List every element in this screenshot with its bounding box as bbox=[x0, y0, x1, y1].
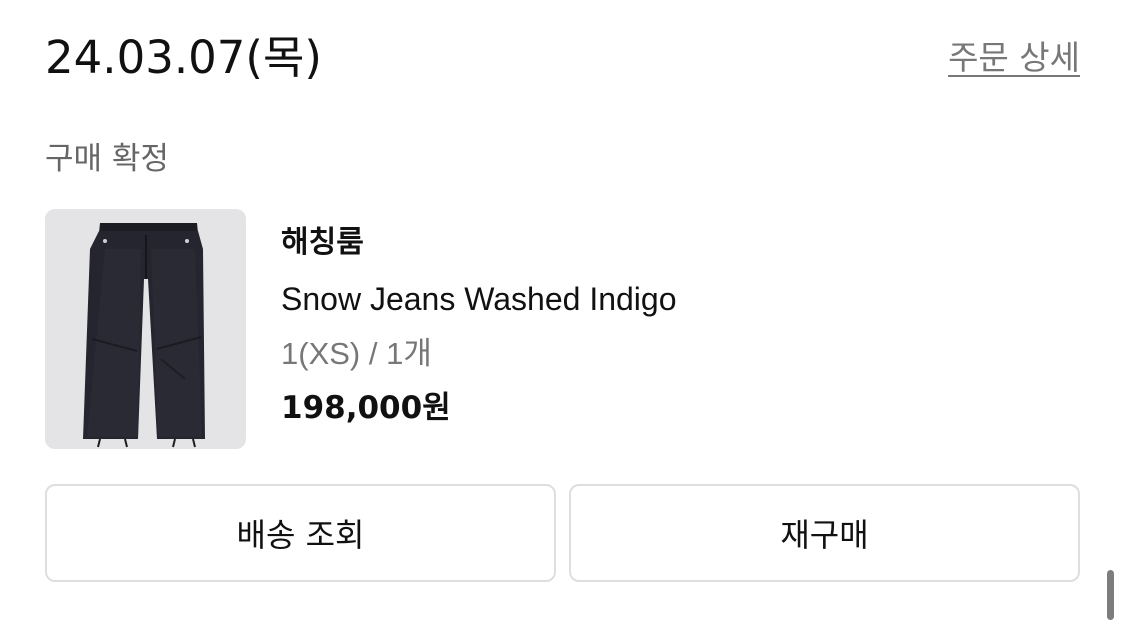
reorder-button[interactable]: 재구매 bbox=[569, 484, 1080, 582]
reorder-label: 재구매 bbox=[780, 516, 869, 554]
delivery-tracking-button[interactable]: 배송 조회 bbox=[45, 484, 556, 582]
brand-name: 해칭룸 bbox=[281, 225, 364, 260]
order-date: 24.03.07(목) bbox=[45, 31, 322, 84]
product-info[interactable]: 해칭룸 Snow Jeans Washed Indigo 1(XS) / 1개 … bbox=[281, 218, 677, 432]
product-thumbnail[interactable] bbox=[45, 209, 246, 449]
product-price: 198,000원 bbox=[281, 390, 451, 426]
scrollbar-thumb[interactable] bbox=[1107, 570, 1114, 620]
order-detail-link[interactable]: 주문 상세 bbox=[948, 36, 1080, 80]
order-status: 구매 확정 bbox=[45, 141, 169, 177]
product-name: Snow Jeans Washed Indigo bbox=[281, 281, 677, 317]
product-image bbox=[83, 223, 205, 448]
product-option: 1(XS) / 1개 bbox=[281, 336, 432, 371]
delivery-tracking-label: 배송 조회 bbox=[236, 516, 365, 554]
